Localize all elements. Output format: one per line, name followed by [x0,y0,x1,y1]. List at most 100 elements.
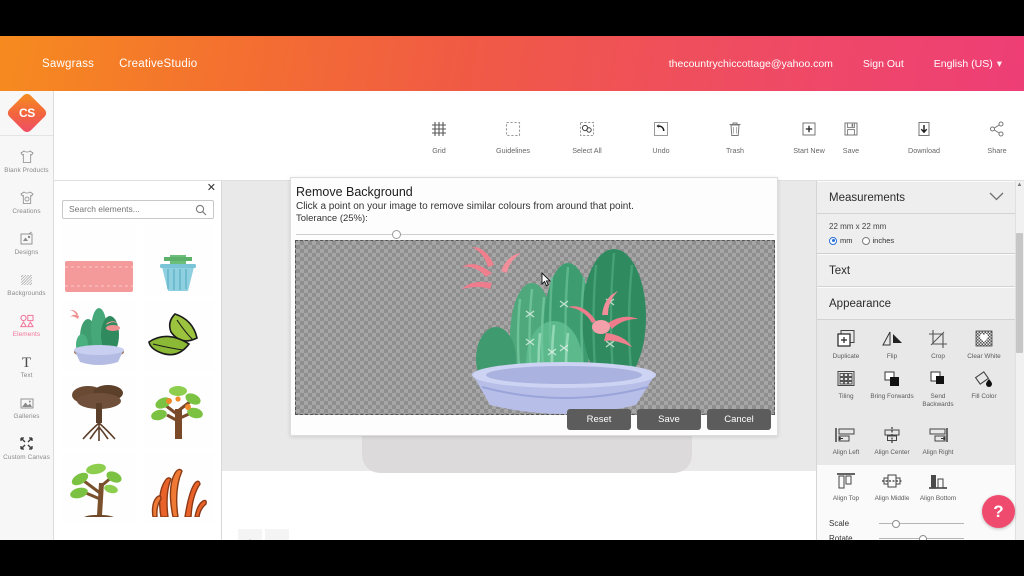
sidebar-item-galleries[interactable]: Galleries [0,386,53,427]
dimensions-value: 22 mm x 22 mm [829,222,887,231]
toolbar-download-button[interactable]: Download [903,117,945,155]
align-center-button[interactable]: Align Center [869,423,915,457]
properties-scrollbar-thumb[interactable] [1016,233,1023,353]
element-thumb-orange-fruit-tree[interactable] [143,376,213,447]
toolbar-select-all-button[interactable]: Select All [566,117,608,155]
align-bottom-icon [926,469,950,492]
toolbar-start-new-button[interactable]: Start New [788,117,830,155]
align-top-button[interactable]: Align Top [823,469,869,503]
zoom-in-button[interactable]: + [238,529,262,540]
chevron-down-icon[interactable] [989,192,1004,204]
app-logo[interactable]: CS [0,91,53,136]
bring-forwards-button[interactable]: Bring Forwards [869,367,915,409]
sign-out-link[interactable]: Sign Out [863,58,904,70]
toolbar-share-button[interactable]: Share [976,117,1018,155]
scale-slider-handle[interactable] [892,519,900,528]
close-icon[interactable]: ✕ [207,183,216,194]
rotate-slider-handle[interactable] [919,534,927,540]
toolbar-undo-button[interactable]: Undo [640,117,682,155]
element-thumb-pink-band[interactable] [62,224,136,295]
app-window: Sawgrass CreativeStudio thecountrychicco… [0,36,1024,540]
crop-button[interactable]: Crop [915,327,961,361]
sidebar-item-custom-canvas[interactable]: Custom Canvas [0,427,53,468]
rotate-row: Rotate [829,534,1004,540]
align-right-button[interactable]: Align Right [915,423,961,457]
scale-row: Scale [829,519,1004,528]
brand-link-sawgrass[interactable]: Sawgrass [42,58,94,70]
rotate-slider[interactable] [879,534,964,540]
sidebar-item-label: Custom Canvas [3,454,50,461]
align-top-icon [834,469,858,492]
language-selector[interactable]: English (US) ▾ [934,58,1002,70]
align-left-button[interactable]: Align Left [823,423,869,457]
element-thumb-green-leaves[interactable] [143,300,213,371]
tolerance-slider-handle[interactable] [392,230,401,239]
section-label: Appearance [829,297,892,310]
section-label: Text [829,264,851,277]
scale-label: Scale [829,519,850,528]
sidebar-item-creations[interactable]: Creations [0,181,53,222]
tshirt-design-icon [19,188,35,205]
radio-mm-icon[interactable] [829,236,837,245]
send-backwards-button[interactable]: Send Backwards [915,367,961,409]
toolbar-left-group: Grid Guidelines Select All Undo Trash St… [418,117,830,155]
save-button[interactable]: Save [637,409,701,430]
zoom-out-button[interactable]: – [265,529,289,540]
sidebar-item-blank-products[interactable]: Blank Products [0,140,53,181]
sidebar-item-elements[interactable]: Elements [0,304,53,345]
clear-white-button[interactable]: Clear White [961,327,1007,361]
sidebar-item-backgrounds[interactable]: Backgrounds [0,263,53,304]
cancel-button[interactable]: Cancel [707,409,771,430]
tolerance-slider[interactable] [296,230,774,239]
elements-thumbnail-scroller[interactable]: ▲ ▼ [62,224,213,535]
element-thumb-green-tree[interactable] [62,452,136,523]
sidebar-item-label: Creations [12,208,41,215]
letter-t-icon: T [19,352,34,369]
radio-inches-icon[interactable] [861,236,870,245]
element-thumb-orange-coral[interactable] [143,452,213,523]
search-icon[interactable] [195,203,207,221]
image-preview-area[interactable] [295,240,775,415]
select-all-icon [578,117,596,141]
toolbar-label: Trash [725,145,745,155]
element-thumb-cactus-pot[interactable] [62,300,136,371]
flip-button[interactable]: Flip [869,327,915,361]
section-measurements[interactable]: Measurements [817,181,1016,214]
toolbar-label: Select All [572,145,602,155]
element-thumb-brown-tree-roots[interactable] [62,376,136,447]
unit-option-mm[interactable]: mm [829,236,853,245]
reset-button[interactable]: Reset [567,409,631,430]
toolbar-trash-button[interactable]: Trash [714,117,756,155]
tool-label: Align Left [832,449,860,456]
appearance-tools-row-2: Tiling Bring Forwards Send Backwards Fil… [823,367,1010,415]
unit-option-inches[interactable]: inches [861,236,894,245]
section-text[interactable]: Text [817,254,1016,287]
align-middle-button[interactable]: Align Middle [869,469,915,503]
cactus-illustration [462,247,656,414]
help-button[interactable]: ? [982,495,1015,528]
fill-color-button[interactable]: Fill Color [961,367,1007,409]
element-thumb-blue-planter[interactable] [143,224,213,295]
align-bottom-button[interactable]: Align Bottom [915,469,961,503]
sidebar-item-designs[interactable]: Designs [0,222,53,263]
toolbar-grid-button[interactable]: Grid [418,117,460,155]
brand-link-creativestudio[interactable]: CreativeStudio [119,58,197,70]
properties-panel: ▲ ▼ Measurements 22 mm x 22 mm mm [816,181,1024,540]
section-appearance[interactable]: Appearance [817,287,1016,320]
properties-inner: Measurements 22 mm x 22 mm mm inches Tex… [817,181,1016,540]
tool-label: Align Middle [874,495,910,502]
send-backwards-icon [928,367,948,390]
properties-scroll-up-arrow-icon[interactable]: ▲ [1016,182,1023,188]
tiling-button[interactable]: Tiling [823,367,869,409]
dialog-buttons: Reset Save Cancel [567,409,771,430]
toolbar-save-button[interactable]: Save [830,117,872,155]
duplicate-button[interactable]: Duplicate [823,327,869,361]
zoom-controls: + – [238,529,289,540]
sidebar-item-text[interactable]: T Text [0,345,53,386]
account-email: thecountrychiccottage@yahoo.com [668,57,833,70]
scale-slider[interactable] [879,519,964,528]
search-input[interactable] [62,199,214,219]
toolbar-guidelines-button[interactable]: Guidelines [492,117,534,155]
align-left-icon [834,423,858,446]
dialog-title: Remove Background [296,185,413,199]
